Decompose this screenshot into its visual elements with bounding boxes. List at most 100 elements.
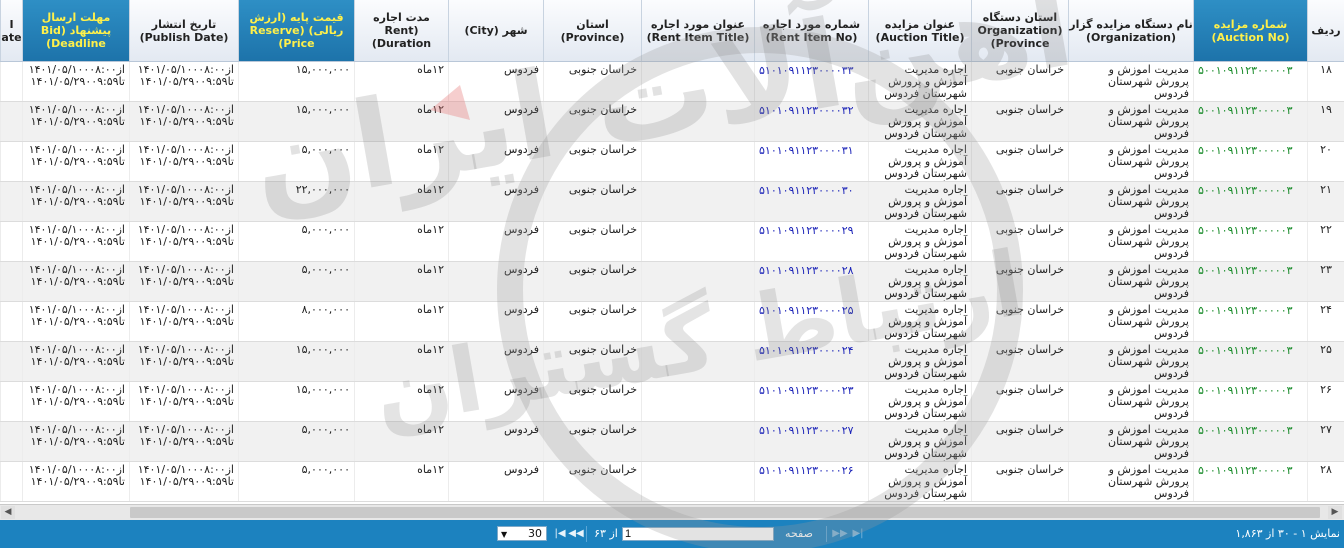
rent-item-no-cell[interactable]: ۵۱۰۱۰۹۱۱۲۳۰۰۰۰۳۰ [754, 182, 868, 221]
bid-deadline-cell: از۱۴۰۱/۰۵/۱۰۰۰۸:۰۰ تا۱۴۰۱/۰۵/۲۹۰۰۹:۵۹ [22, 102, 129, 141]
row-number-cell: ۱۸ [1307, 62, 1344, 101]
bid-deadline-cell: از۱۴۰۱/۰۵/۱۰۰۰۸:۰۰ تا۱۴۰۱/۰۵/۲۹۰۰۹:۵۹ [22, 462, 129, 501]
rent-item-no-cell[interactable]: ۵۱۰۱۰۹۱۱۲۳۰۰۰۰۲۹ [754, 222, 868, 261]
city-cell: فردوس [448, 102, 543, 141]
column-header-rent-item-title[interactable]: عنوان مورد اجاره (Rent Item Title) [641, 0, 754, 61]
reserve-price-cell: ۱۵,۰۰۰,۰۰۰ [238, 62, 354, 101]
next-page-icon[interactable]: ◀◀ [568, 526, 584, 542]
page-size-select[interactable]: ▼ 30 [497, 526, 547, 541]
rent-item-no-cell[interactable]: ۵۱۰۱۰۹۱۱۲۳۰۰۰۰۳۳ [754, 62, 868, 101]
column-header-auction-no[interactable]: شماره مزایده (Auction No) [1193, 0, 1307, 61]
extra-cell [0, 382, 22, 421]
auction-title-cell: اجاره مدیریت آموزش و پرورش شهرستان فردوس… [868, 262, 971, 301]
reserve-price-cell: ۵,۰۰۰,۰۰۰ [238, 142, 354, 181]
row-number-cell: ۲۴ [1307, 302, 1344, 341]
scroll-right-icon[interactable]: ▶ [1328, 506, 1342, 519]
column-header-auction-title[interactable]: عنوان مزایده (Auction Title) [868, 0, 971, 61]
publish-date-cell: از۱۴۰۱/۰۵/۱۰۰۰۸:۰۰ تا۱۴۰۱/۰۵/۲۹۰۰۹:۵۹ [129, 142, 238, 181]
table-row[interactable]: ۲۱ ۵۰۰۱۰۹۱۱۲۳۰۰۰۰۰۳ مدیریت اموزش و پرورش ش… [0, 182, 1344, 222]
org-province-cell: خراسان جنوبی [971, 422, 1068, 461]
column-header-organization[interactable]: نام دستگاه مزایده گزار (Organization) [1068, 0, 1193, 61]
table-row[interactable]: ۲۳ ۵۰۰۱۰۹۱۱۲۳۰۰۰۰۰۳ مدیریت اموزش و پرورش ش… [0, 262, 1344, 302]
org-province-cell: خراسان جنوبی [971, 142, 1068, 181]
bid-deadline-cell: از۱۴۰۱/۰۵/۱۰۰۰۸:۰۰ تا۱۴۰۱/۰۵/۲۹۰۰۹:۵۹ [22, 342, 129, 381]
rent-duration-cell: ۱۲ماه [354, 142, 448, 181]
rent-item-no-cell[interactable]: ۵۱۰۱۰۹۱۱۲۳۰۰۰۰۲۷ [754, 422, 868, 461]
province-cell: خراسان جنوبی [543, 262, 641, 301]
table-row[interactable]: ۲۶ ۵۰۰۱۰۹۱۱۲۳۰۰۰۰۰۳ مدیریت اموزش و پرورش ش… [0, 382, 1344, 422]
province-cell: خراسان جنوبی [543, 102, 641, 141]
auction-title-cell: اجاره مدیریت آموزش و پرورش شهرستان فردوس… [868, 182, 971, 221]
first-page-icon[interactable]: ▶| [850, 526, 866, 542]
rent-item-no-cell[interactable]: ۵۱۰۱۰۹۱۱۲۳۰۰۰۰۲۳ [754, 382, 868, 421]
prev-page-icon[interactable]: ▶▶ [832, 526, 848, 542]
scroll-left-icon[interactable]: ◀ [1, 506, 15, 519]
rent-duration-cell: ۱۲ماه [354, 102, 448, 141]
organization-cell: مدیریت اموزش و پرورش شهرستان فردوس [1068, 382, 1193, 421]
auction-no-cell: ۵۰۰۱۰۹۱۱۲۳۰۰۰۰۰۳ [1193, 62, 1307, 101]
bid-deadline-cell: از۱۴۰۱/۰۵/۱۰۰۰۸:۰۰ تا۱۴۰۱/۰۵/۲۹۰۰۹:۵۹ [22, 142, 129, 181]
organization-cell: مدیریت اموزش و پرورش شهرستان فردوس [1068, 182, 1193, 221]
scrollbar-thumb[interactable] [130, 507, 1320, 518]
column-header-reserve-price[interactable]: قیمت پایه (ارزش ریالی) (Reserve Price) [238, 0, 354, 61]
table-row[interactable]: ۲۴ ۵۰۰۱۰۹۱۱۲۳۰۰۰۰۰۳ مدیریت اموزش و پرورش ش… [0, 302, 1344, 342]
org-province-cell: خراسان جنوبی [971, 182, 1068, 221]
rent-item-no-cell[interactable]: ۵۱۰۱۰۹۱۱۲۳۰۰۰۰۲۸ [754, 262, 868, 301]
horizontal-scrollbar[interactable]: ◀ ▶ [0, 504, 1344, 520]
column-header-org-province[interactable]: استان دستگاه (Organization Province) [971, 0, 1068, 61]
table-row[interactable]: ۲۸ ۵۰۰۱۰۹۱۱۲۳۰۰۰۰۰۳ مدیریت اموزش و پرورش ش… [0, 462, 1344, 502]
column-header-rent-item-no[interactable]: شماره مورد اجاره (Rent Item No) [754, 0, 868, 61]
extra-cell [0, 262, 22, 301]
table-row[interactable]: ۲۲ ۵۰۰۱۰۹۱۱۲۳۰۰۰۰۰۳ مدیریت اموزش و پرورش ش… [0, 222, 1344, 262]
rent-duration-cell: ۱۲ماه [354, 222, 448, 261]
extra-cell [0, 62, 22, 101]
rent-item-title-cell [641, 302, 754, 341]
column-header-extra[interactable]: I ate [0, 0, 22, 61]
rent-item-no-cell[interactable]: ۵۱۰۱۰۹۱۱۲۳۰۰۰۰۲۶ [754, 462, 868, 501]
table-row[interactable]: ۲۷ ۵۰۰۱۰۹۱۱۲۳۰۰۰۰۰۳ مدیریت اموزش و پرورش ش… [0, 422, 1344, 462]
extra-cell [0, 302, 22, 341]
auction-title-cell: اجاره مدیریت آموزش و پرورش شهرستان فردوس… [868, 382, 971, 421]
column-header-publish-date[interactable]: تاریخ انتشار (Publish Date) [129, 0, 238, 61]
province-cell: خراسان جنوبی [543, 222, 641, 261]
auction-no-cell: ۵۰۰۱۰۹۱۱۲۳۰۰۰۰۰۳ [1193, 182, 1307, 221]
bid-deadline-cell: از۱۴۰۱/۰۵/۱۰۰۰۸:۰۰ تا۱۴۰۱/۰۵/۲۹۰۰۹:۵۹ [22, 222, 129, 261]
row-number-cell: ۲۰ [1307, 142, 1344, 181]
row-number-cell: ۲۶ [1307, 382, 1344, 421]
publish-date-cell: از۱۴۰۱/۰۵/۱۰۰۰۸:۰۰ تا۱۴۰۱/۰۵/۲۹۰۰۹:۵۹ [129, 262, 238, 301]
row-number-cell: ۲۸ [1307, 462, 1344, 501]
pager-summary: نمایش ۱ - ۳۰ از ۱,۸۶۳ [1235, 527, 1340, 540]
table-row[interactable]: ۲۰ ۵۰۰۱۰۹۱۱۲۳۰۰۰۰۰۳ مدیریت اموزش و پرورش ش… [0, 142, 1344, 182]
bid-deadline-cell: از۱۴۰۱/۰۵/۱۰۰۰۸:۰۰ تا۱۴۰۱/۰۵/۲۹۰۰۹:۵۹ [22, 182, 129, 221]
bid-deadline-cell: از۱۴۰۱/۰۵/۱۰۰۰۸:۰۰ تا۱۴۰۱/۰۵/۲۹۰۰۹:۵۹ [22, 302, 129, 341]
extra-cell [0, 102, 22, 141]
column-header-row-no[interactable]: ردیف [1307, 0, 1344, 61]
table-row[interactable]: ۲۵ ۵۰۰۱۰۹۱۱۲۳۰۰۰۰۰۳ مدیریت اموزش و پرورش ش… [0, 342, 1344, 382]
rent-item-title-cell [641, 222, 754, 261]
column-header-city[interactable]: شهر (City) [448, 0, 543, 61]
page-number-input[interactable] [622, 527, 774, 541]
auction-no-cell: ۵۰۰۱۰۹۱۱۲۳۰۰۰۰۰۳ [1193, 262, 1307, 301]
rent-item-title-cell [641, 102, 754, 141]
auction-no-cell: ۵۰۰۱۰۹۱۱۲۳۰۰۰۰۰۳ [1193, 422, 1307, 461]
row-number-cell: ۱۹ [1307, 102, 1344, 141]
table-row[interactable]: ۱۹ ۵۰۰۱۰۹۱۱۲۳۰۰۰۰۰۳ مدیریت اموزش و پرورش ش… [0, 102, 1344, 142]
province-cell: خراسان جنوبی [543, 142, 641, 181]
rent-item-no-cell[interactable]: ۵۱۰۱۰۹۱۱۲۳۰۰۰۰۳۱ [754, 142, 868, 181]
table-header: ردیف شماره مزایده (Auction No) نام دستگاه … [0, 0, 1344, 62]
rent-item-no-cell[interactable]: ۵۱۰۱۰۹۱۱۲۳۰۰۰۰۳۲ [754, 102, 868, 141]
column-header-bid-deadline[interactable]: مهلت ارسال پیشنهاد (Bid Deadline) [22, 0, 129, 61]
bid-deadline-cell: از۱۴۰۱/۰۵/۱۰۰۰۸:۰۰ تا۱۴۰۱/۰۵/۲۹۰۰۹:۵۹ [22, 62, 129, 101]
rent-item-no-cell[interactable]: ۵۱۰۱۰۹۱۱۲۳۰۰۰۰۲۵ [754, 302, 868, 341]
org-province-cell: خراسان جنوبی [971, 222, 1068, 261]
rent-item-title-cell [641, 262, 754, 301]
organization-cell: مدیریت اموزش و پرورش شهرستان فردوس [1068, 142, 1193, 181]
pager-bar: نمایش ۱ - ۳۰ از ۱,۸۶۳ ▶| ▶▶ صفحه از ۶۳ ◀… [0, 520, 1344, 548]
column-header-province[interactable]: استان (Province) [543, 0, 641, 61]
city-cell: فردوس [448, 302, 543, 341]
rent-item-no-cell[interactable]: ۵۱۰۱۰۹۱۱۲۳۰۰۰۰۲۴ [754, 342, 868, 381]
table-row[interactable]: ۱۸ ۵۰۰۱۰۹۱۱۲۳۰۰۰۰۰۳ مدیریت اموزش و پرورش ش… [0, 62, 1344, 102]
column-header-rent-duration[interactable]: مدت اجاره (Rent Duration) [354, 0, 448, 61]
last-page-icon[interactable]: |◀ [552, 526, 568, 542]
auction-title-cell: اجاره مدیریت آموزش و پرورش شهرستان فردوس… [868, 302, 971, 341]
